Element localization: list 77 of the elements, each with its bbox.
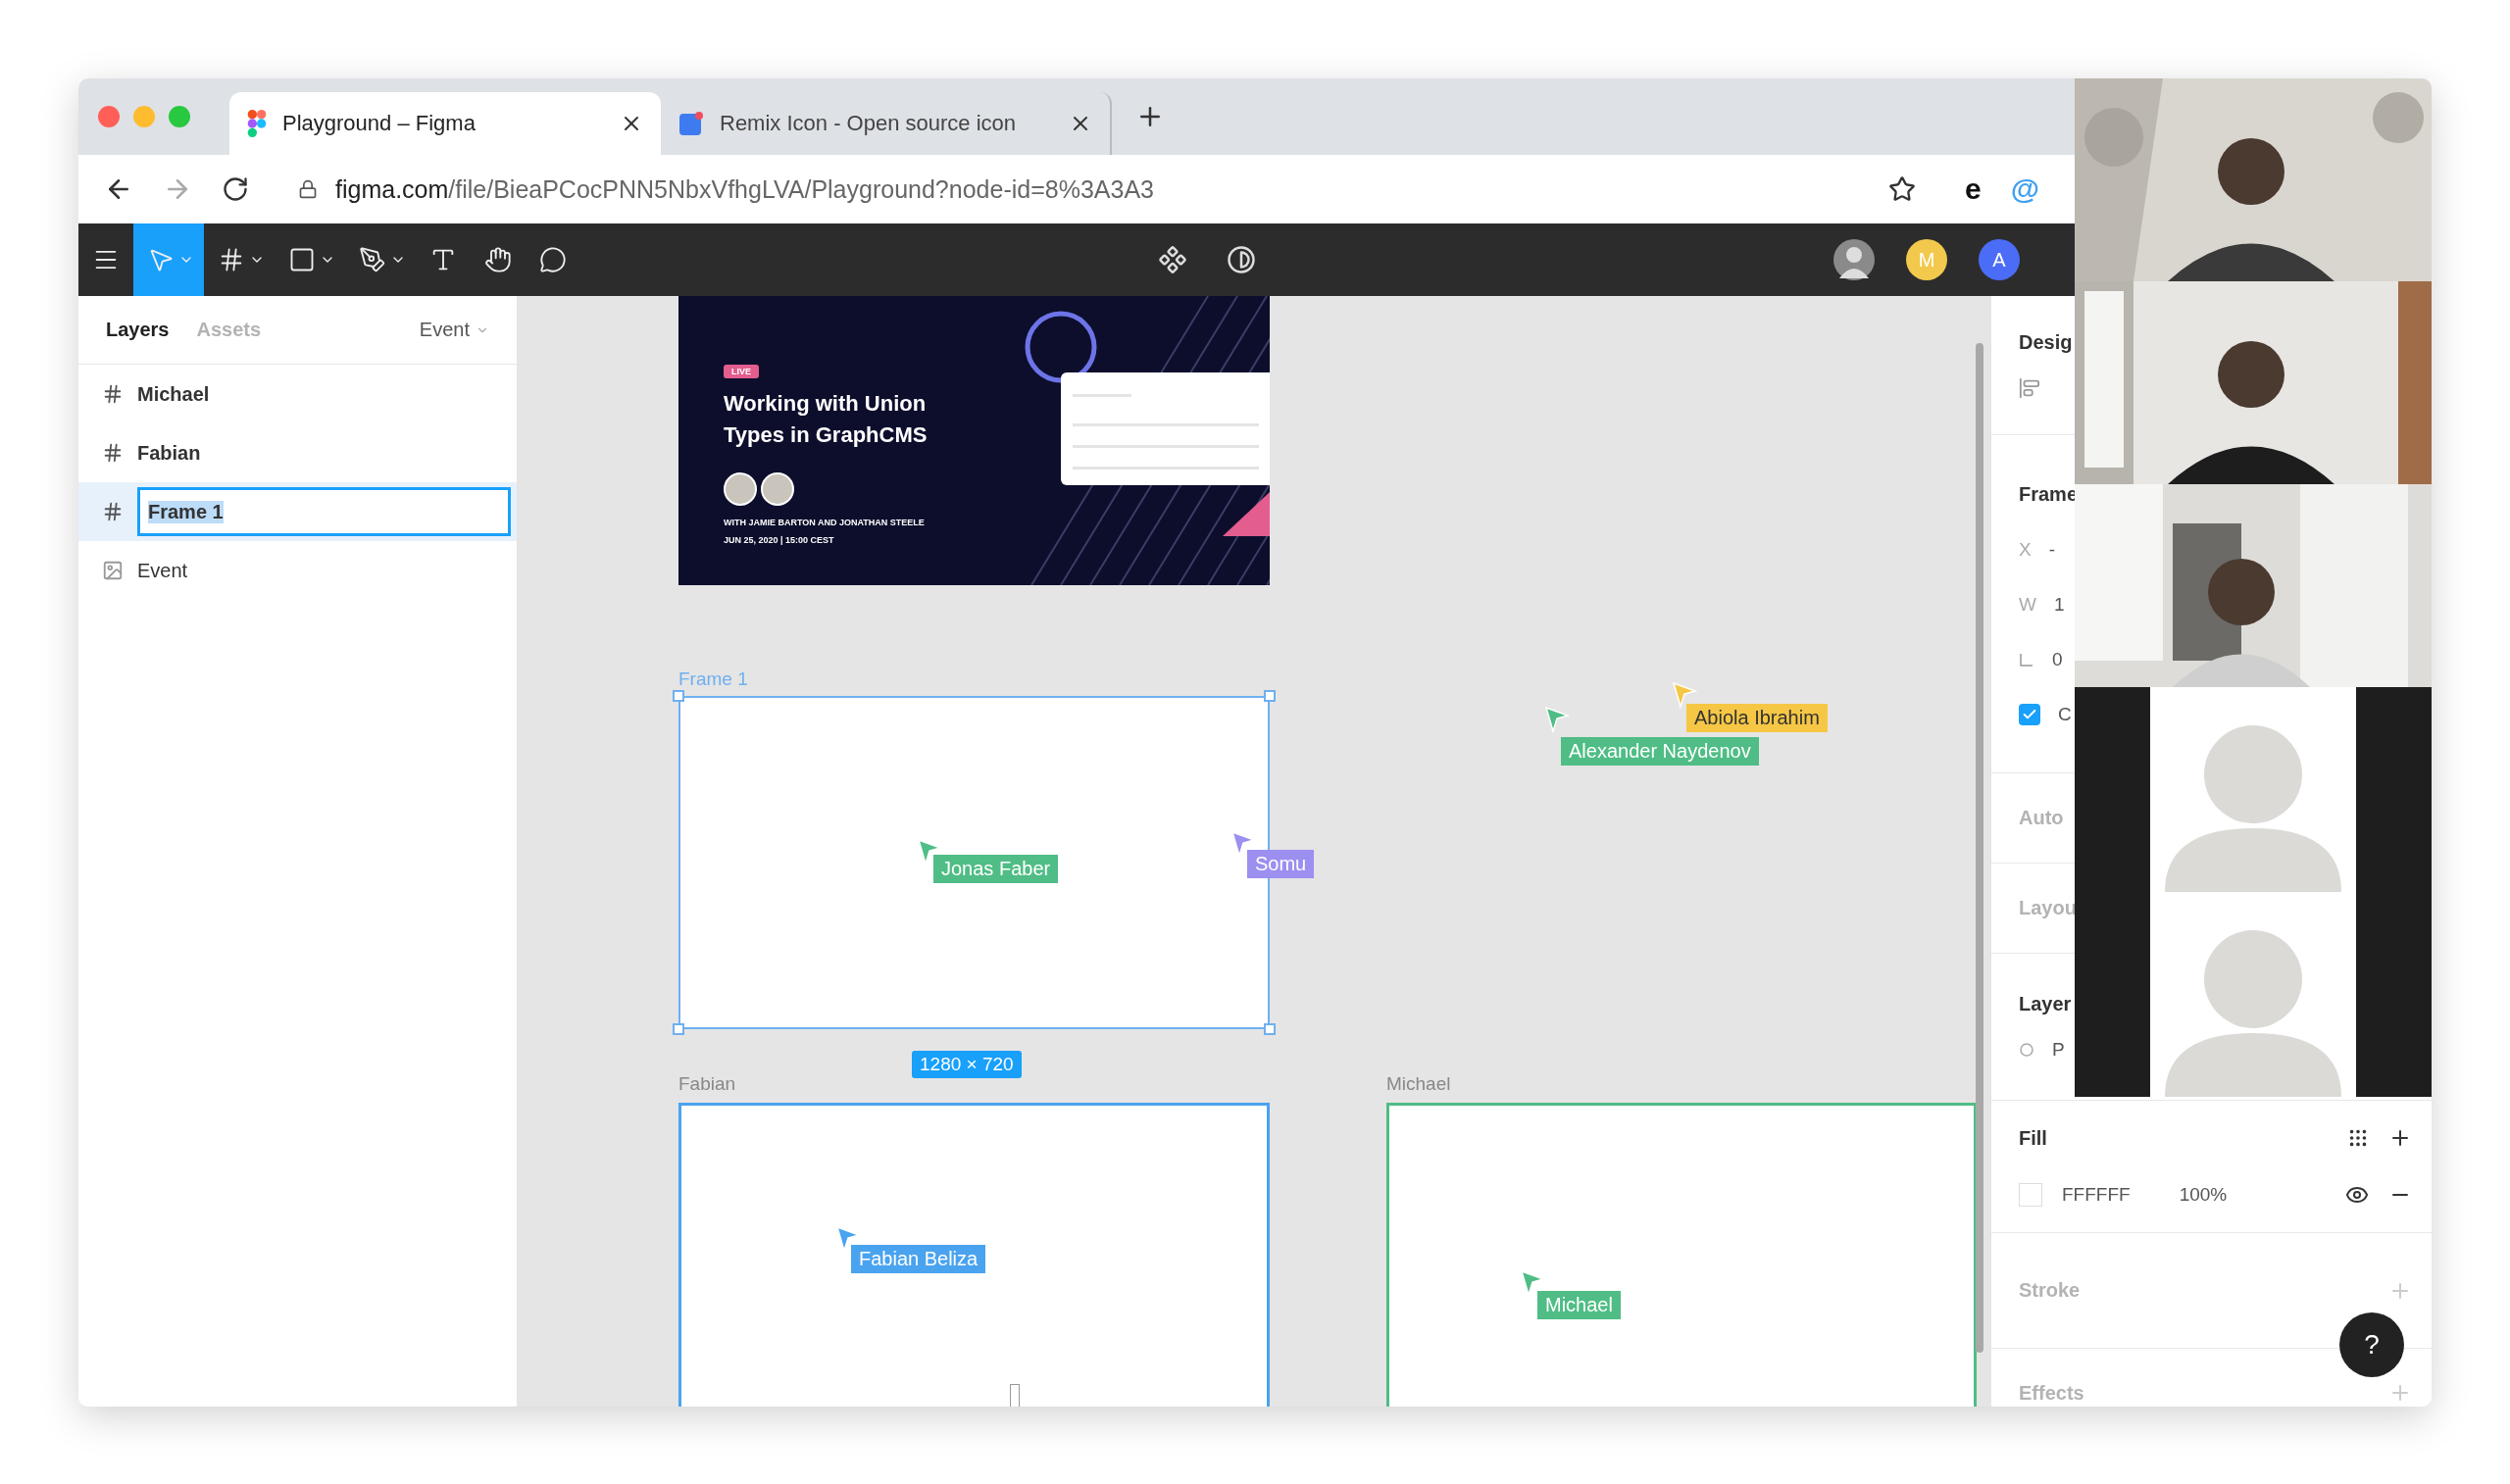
layer-name: Michael (137, 382, 210, 406)
layer-row[interactable]: Frame 1 (78, 482, 517, 541)
field-label: W (2019, 593, 2036, 616)
color-swatch[interactable] (2019, 1183, 2042, 1207)
host-avatar (761, 472, 794, 506)
layer-name: Event (137, 559, 188, 582)
field-value[interactable]: - (2048, 538, 2055, 561)
layer-name: Fabian (137, 441, 201, 465)
event-hosts: WITH JAMIE BARTON AND JONATHAN STEELE (724, 518, 925, 527)
resize-handle[interactable] (1264, 1023, 1276, 1035)
tab-title: Playground – Figma (282, 111, 477, 136)
checkbox[interactable] (2019, 703, 2040, 725)
close-window-button[interactable] (98, 106, 120, 127)
user-avatar[interactable]: A (1979, 239, 2020, 280)
section-title: Auto (2019, 807, 2065, 829)
pen-icon (359, 246, 386, 273)
blend-icon (2019, 1042, 2034, 1058)
hash-icon (102, 383, 124, 405)
section-title: Layer (2019, 993, 2073, 1015)
hash-icon (102, 442, 124, 464)
resize-handle[interactable] (673, 1023, 684, 1035)
panel-title: Desig (2019, 331, 2074, 354)
hash-icon (102, 501, 124, 522)
rename-field[interactable]: Frame 1 (137, 487, 511, 536)
cursor-name-tag: Alexander Naydenov (1561, 737, 1759, 766)
scrollbar[interactable] (1976, 343, 1983, 1353)
layer-row[interactable]: Michael (78, 365, 517, 423)
cursor-arrow-icon (1544, 706, 1570, 733)
host-avatar (724, 472, 757, 506)
lock-icon (298, 179, 318, 199)
resize-handle[interactable] (1264, 690, 1276, 702)
styles-icon[interactable] (2347, 1127, 2369, 1149)
reload-icon[interactable] (222, 175, 249, 203)
page-dropdown[interactable]: Event (419, 319, 489, 341)
align-icon[interactable] (2019, 377, 2040, 399)
field-value[interactable]: 1 (2053, 593, 2065, 616)
user-avatar[interactable] (1833, 239, 1875, 280)
contrast-icon[interactable] (1227, 245, 1256, 274)
square-icon (288, 246, 316, 273)
hand-icon (484, 246, 512, 273)
field-value[interactable]: P (2052, 1039, 2065, 1061)
cursor-name-tag: Jonas Faber (933, 855, 1059, 883)
bookmark-star-icon[interactable] (1888, 175, 1917, 203)
hex-value[interactable]: FFFFFF (2062, 1184, 2131, 1206)
figma-logo-icon (247, 110, 267, 137)
section-title: Effects (2019, 1381, 2084, 1405)
comment-icon (539, 246, 567, 273)
cursor-name-tag: Abiola Ibrahim (1686, 704, 1828, 732)
section-title: Fill (2019, 1126, 2047, 1150)
field-value[interactable]: 0 (2052, 648, 2063, 670)
frame[interactable] (678, 1103, 1270, 1407)
cursor-arrow-icon (1672, 681, 1697, 709)
layer-row[interactable]: Event (78, 541, 517, 600)
layer-row[interactable]: Fabian (78, 423, 517, 482)
image-icon (102, 560, 124, 581)
cursor-name-tag: Fabian Beliza (851, 1245, 986, 1273)
component-icon[interactable] (1158, 245, 1187, 274)
event-title: Working with Union Types in GraphCMS (724, 390, 929, 449)
event-date: JUN 25, 2020 | 15:00 CEST (724, 535, 834, 545)
size-badge: 1280 × 720 (912, 1051, 1022, 1078)
section-title: Stroke (2019, 1279, 2081, 1302)
section-title: Layou (2019, 897, 2078, 919)
browser-tab[interactable]: Playground – Figma (229, 92, 661, 155)
corner-radius-icon (2019, 651, 2034, 668)
field-label: X (2019, 538, 2032, 561)
panel-tab[interactable]: Layers (106, 319, 170, 341)
frame[interactable] (1386, 1103, 1977, 1407)
live-badge: LIVE (724, 365, 759, 378)
section-title: Frame (2019, 482, 2080, 506)
extension-button[interactable]: e (1965, 173, 1982, 206)
cursor-name-tag: Michael (1537, 1291, 1621, 1319)
resize-handle[interactable] (673, 690, 684, 702)
checkbox-label: C (2058, 703, 2072, 725)
cursor-name-tag: Somu (1247, 850, 1315, 878)
app-icon (678, 111, 704, 136)
tab-title: Remix Icon - Open source icon (720, 111, 1018, 136)
opacity-value[interactable]: 100% (2179, 1184, 2228, 1206)
